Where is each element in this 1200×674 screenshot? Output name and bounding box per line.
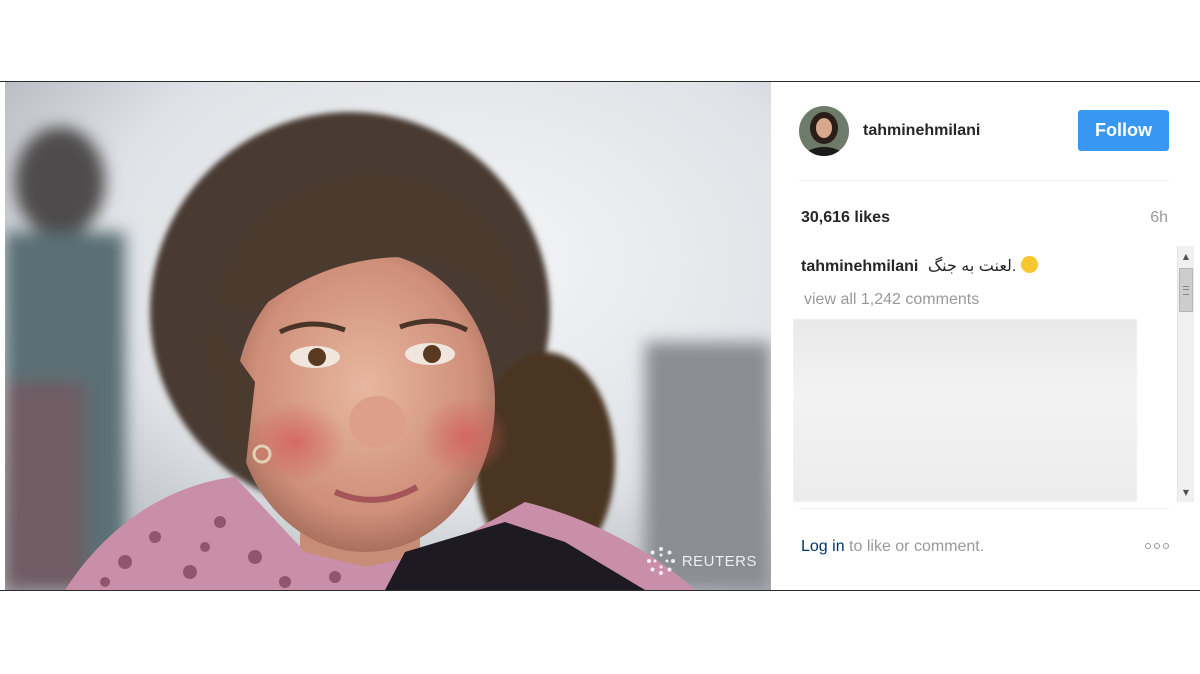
- instagram-embed: REUTERS tahminehmilani Follow 30,616 lik…: [0, 81, 1200, 591]
- comments-area[interactable]: tahminehmilani لعنت به جنگ. view all 1,2…: [793, 246, 1169, 502]
- more-options-icon[interactable]: [1145, 543, 1169, 549]
- comments-scrollbar[interactable]: ▲ ▼: [1177, 246, 1194, 502]
- header-divider: [799, 180, 1169, 181]
- login-link[interactable]: Log in: [801, 538, 845, 555]
- scroll-up-arrow-icon[interactable]: ▲: [1178, 248, 1194, 264]
- caption: tahminehmilani لعنت به جنگ.: [801, 256, 1041, 276]
- scroll-thumb-grip: [1183, 286, 1189, 295]
- likes-count[interactable]: 30,616 likes: [801, 209, 890, 227]
- reuters-logo-icon: [646, 547, 675, 575]
- post-photo[interactable]: REUTERS: [5, 82, 771, 590]
- scroll-down-arrow-icon[interactable]: ▼: [1178, 484, 1194, 500]
- username-link[interactable]: tahminehmilani: [863, 122, 980, 140]
- photo-image: [5, 82, 771, 590]
- post-header: tahminehmilani Follow: [799, 104, 1169, 158]
- caption-username[interactable]: tahminehmilani: [801, 258, 918, 275]
- caption-text: لعنت به جنگ.: [927, 258, 1017, 275]
- watermark-text: REUTERS: [681, 552, 757, 570]
- view-all-comments-link[interactable]: view all 1,242 comments: [804, 291, 979, 309]
- footer-divider: [799, 508, 1169, 509]
- scroll-thumb[interactable]: [1179, 268, 1193, 312]
- reuters-watermark: REUTERS: [646, 546, 757, 576]
- crying-face-emoji-icon: [1020, 256, 1038, 273]
- login-suffix: to like or comment.: [844, 538, 985, 555]
- avatar-image: [799, 106, 849, 156]
- login-prompt: Log in to like or comment.: [801, 538, 984, 556]
- post-side-panel: tahminehmilani Follow 30,616 likes 6h ta…: [771, 82, 1200, 590]
- post-time[interactable]: 6h: [1150, 209, 1168, 227]
- avatar[interactable]: [799, 106, 849, 156]
- follow-button[interactable]: Follow: [1078, 110, 1169, 151]
- blurred-comments: [793, 319, 1137, 502]
